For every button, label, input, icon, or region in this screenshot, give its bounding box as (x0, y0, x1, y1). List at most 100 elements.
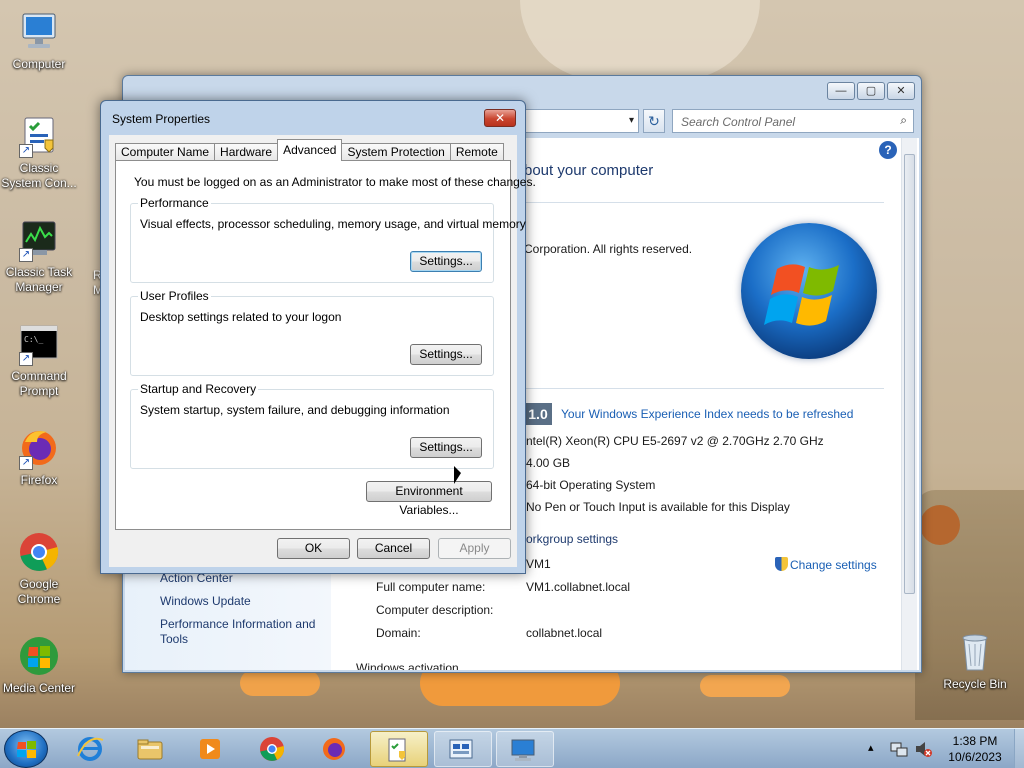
domain-value: collabnet.local (526, 626, 603, 640)
desktop-icon-label: Google Chrome (17, 577, 61, 606)
desktop-icon-command-prompt[interactable]: C:\_ ↗ Command Prompt (1, 322, 77, 399)
advanced-tab-page: You must be logged on as an Administrato… (115, 160, 536, 530)
show-desktop-button[interactable] (1014, 729, 1024, 768)
firefox-icon: ↗ (17, 426, 61, 470)
address-bar-dropdown[interactable]: ▾ (523, 109, 639, 133)
tab-hardware[interactable]: Hardware (214, 143, 279, 161)
refresh-button[interactable]: ↻ (643, 109, 665, 133)
taskbar-computer[interactable] (496, 731, 554, 767)
shortcut-arrow-icon: ↗ (19, 248, 33, 262)
startup-recovery-group: Startup and Recovery System startup, sys… (130, 382, 494, 469)
taskbar-google-chrome[interactable] (246, 731, 298, 767)
taskbar-windows-explorer[interactable] (124, 731, 176, 767)
performance-settings-button[interactable]: Settings... (410, 251, 482, 272)
folder-icon (137, 739, 163, 760)
tab-system-protection[interactable]: System Protection (341, 143, 451, 161)
volume-muted-icon[interactable] (914, 740, 932, 758)
desktop-icon-classic-task-manager[interactable]: ↗ Classic Task Manager (1, 218, 77, 295)
taskbar-internet-explorer[interactable] (64, 731, 116, 767)
chrome-icon (260, 737, 285, 761)
description-label: Computer description: (376, 603, 494, 617)
svg-text:C:\_: C:\_ (24, 335, 43, 344)
window-caption-buttons: — ▢ ✕ (827, 82, 915, 100)
desktop-icon-firefox[interactable]: ↗ Firefox (1, 426, 77, 488)
windows-logo (741, 223, 877, 359)
sidebar-link-windows-update[interactable]: Windows Update (160, 594, 325, 609)
change-settings-label: Change settings (790, 558, 877, 572)
system-properties-icon (449, 739, 473, 759)
sidebar-link-performance-information[interactable]: Performance Information and Tools (160, 617, 325, 647)
help-icon[interactable]: ? (879, 141, 897, 159)
minimize-button[interactable]: — (827, 82, 855, 100)
group-label: User Profiles (138, 289, 211, 303)
internet-explorer-icon (77, 737, 104, 761)
shortcut-arrow-icon: ↗ (19, 144, 33, 158)
memory-value: 4.00 GB (526, 456, 571, 470)
computer-icon (511, 739, 535, 761)
apply-button[interactable]: Apply (438, 538, 511, 559)
ok-button[interactable]: OK (277, 538, 350, 559)
media-center-icon (17, 634, 61, 678)
show-hidden-icons-button[interactable]: ▴ (868, 741, 874, 754)
copyright-text: Corporation. All rights reserved. (524, 242, 693, 256)
system-properties-dialog[interactable]: System Properties ✕ Computer Name Hardwa… (100, 100, 536, 574)
tab-strip: Computer Name Hardware Advanced System P… (115, 139, 504, 161)
user-profiles-settings-button[interactable]: Settings... (410, 344, 482, 365)
environment-variables-button[interactable]: Environment Variables... (366, 481, 492, 517)
desktop-icon-computer[interactable]: Computer (1, 10, 77, 72)
dialog-body: Computer Name Hardware Advanced System P… (109, 135, 536, 567)
desktop-icon-label: Recycle Bin (943, 677, 1007, 691)
shield-icon (775, 557, 788, 571)
pen-touch-value: No Pen or Touch Input is available for t… (526, 500, 790, 514)
shortcut-arrow-icon: ↗ (19, 456, 33, 470)
cancel-button[interactable]: Cancel (357, 538, 430, 559)
desktop-icon-media-center[interactable]: Media Center (1, 634, 77, 696)
wallpaper-shape (920, 505, 960, 545)
performance-group: Performance Visual effects, processor sc… (130, 196, 526, 283)
computer-name-value: VM1 (526, 557, 551, 571)
wallpaper-shape (520, 0, 760, 80)
change-settings-link[interactable]: Change settings (775, 557, 877, 572)
experience-score-badge[interactable]: 1.0 (524, 403, 552, 425)
network-icon[interactable] (890, 740, 908, 758)
recycle-bin-icon (953, 630, 997, 674)
tab-remote[interactable]: Remote (449, 143, 504, 161)
divider (524, 202, 884, 203)
experience-index-link[interactable]: Your Windows Experience Index needs to b… (561, 407, 853, 421)
divider (524, 388, 884, 389)
close-button[interactable]: ✕ (887, 82, 915, 100)
group-label: Performance (138, 196, 211, 210)
search-icon[interactable]: ⌕ (900, 113, 907, 128)
firefox-icon (323, 738, 345, 760)
scrollbar-thumb[interactable] (904, 154, 915, 594)
tab-computer-name[interactable]: Computer Name (115, 143, 216, 161)
maximize-button[interactable]: ▢ (857, 82, 885, 100)
taskbar-media-player[interactable] (184, 731, 236, 767)
taskbar: ▴ 1:38 PM 10/6/2023 (0, 728, 1024, 768)
workgroup-heading: orkgroup settings (526, 532, 619, 546)
page-title: bout your computer (524, 162, 654, 179)
taskbar-firefox[interactable] (308, 731, 360, 767)
system-clock[interactable]: 1:38 PM 10/6/2023 (940, 733, 1010, 765)
taskbar-system-properties[interactable] (434, 731, 492, 767)
desktop-icon-classic-system-control[interactable]: ↗ Classic System Con... (1, 114, 77, 191)
group-label: Startup and Recovery (138, 382, 259, 396)
desktop-icon-label: Computer (12, 57, 66, 71)
desktop-icon-label: Command Prompt (11, 369, 67, 398)
startup-recovery-settings-button[interactable]: Settings... (410, 437, 482, 458)
desktop-icon-label: Classic System Con... (1, 161, 77, 190)
close-button[interactable]: ✕ (484, 109, 516, 127)
search-input[interactable]: Search Control Panel ⌕ (672, 109, 914, 133)
vertical-scrollbar[interactable] (901, 138, 917, 670)
clock-time: 1:38 PM (952, 734, 998, 748)
search-placeholder: Search Control Panel (681, 115, 796, 129)
desktop-icon-recycle-bin[interactable]: Recycle Bin (937, 630, 1013, 692)
taskbar-control-panel[interactable] (370, 731, 428, 767)
wallpaper-shape (240, 670, 320, 696)
wallpaper-shape (700, 675, 790, 697)
start-button[interactable] (4, 730, 48, 768)
desktop-icon-google-chrome[interactable]: Google Chrome (1, 530, 77, 607)
tab-advanced[interactable]: Advanced (277, 139, 343, 161)
desktop-icon-label: Classic Task Manager (5, 265, 73, 294)
group-description: System startup, system failure, and debu… (140, 403, 450, 417)
